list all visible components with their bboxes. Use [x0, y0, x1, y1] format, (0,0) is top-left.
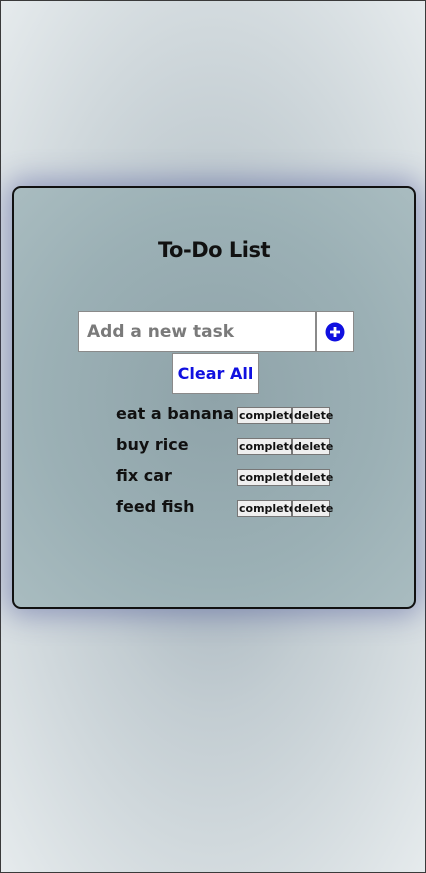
list-item: buy rice complete delete — [116, 434, 346, 465]
list-item: eat a banana complete delete — [116, 403, 346, 434]
task-text: feed fish — [116, 497, 195, 516]
page-title: To-Do List — [158, 238, 270, 262]
todo-card: To-Do List Clear All eat a banana comple… — [12, 186, 416, 609]
clear-all-button[interactable]: Clear All — [172, 353, 259, 394]
task-list: eat a banana complete delete buy rice co… — [116, 403, 346, 527]
delete-button[interactable]: delete — [292, 407, 333, 424]
delete-button[interactable]: delete — [292, 469, 333, 486]
complete-button[interactable]: complete — [237, 469, 296, 486]
plus-circle-icon — [325, 322, 345, 342]
new-task-input[interactable] — [78, 311, 316, 352]
delete-button[interactable]: delete — [292, 438, 333, 455]
delete-button[interactable]: delete — [292, 500, 333, 517]
list-item: feed fish complete delete — [116, 496, 346, 527]
complete-button[interactable]: complete — [237, 500, 296, 517]
list-item: fix car complete delete — [116, 465, 346, 496]
add-task-button[interactable] — [316, 311, 354, 352]
task-text: eat a banana — [116, 404, 234, 423]
complete-button[interactable]: complete — [237, 438, 296, 455]
task-text: fix car — [116, 466, 172, 485]
task-text: buy rice — [116, 435, 189, 454]
complete-button[interactable]: complete — [237, 407, 296, 424]
